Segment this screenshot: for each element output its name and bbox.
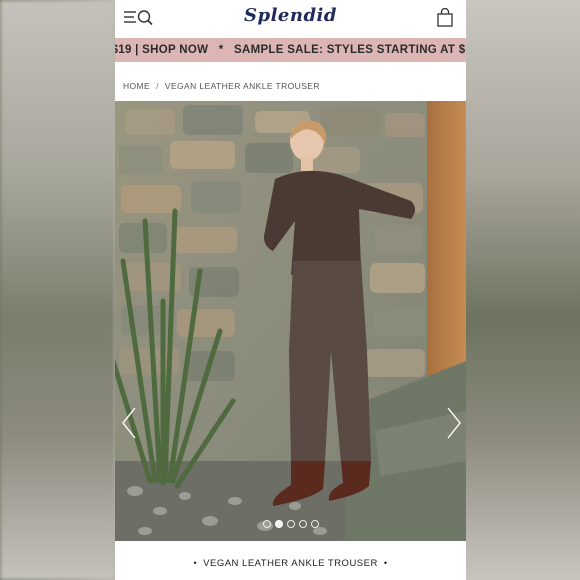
gallery-dot[interactable] [286, 520, 295, 528]
chevron-right-icon [447, 407, 461, 439]
breadcrumb-home-link[interactable]: HOME [123, 81, 150, 91]
site-header: Splendid [115, 0, 466, 36]
promo-banner[interactable]: AT $19 | SHOP NOW * SAMPLE SALE: STYLES … [115, 38, 466, 62]
product-title: VEGAN LEATHER ANKLE TROUSER [203, 558, 378, 569]
background-right [466, 0, 580, 580]
title-bullet-right: • [383, 558, 388, 568]
product-image[interactable] [115, 101, 466, 541]
product-photo [115, 101, 466, 541]
cart-button[interactable] [436, 7, 454, 28]
gallery-dot[interactable] [274, 520, 283, 528]
gallery-prev-button[interactable] [121, 406, 137, 440]
shopping-bag-icon [437, 7, 453, 27]
product-title-row: • VEGAN LEATHER ANKLE TROUSER • [115, 558, 466, 569]
gallery-next-button[interactable] [446, 406, 462, 440]
gallery-dot[interactable] [310, 520, 319, 528]
breadcrumb: HOME / VEGAN LEATHER ANKLE TROUSER [123, 81, 320, 91]
brand-logo[interactable]: Splendid [115, 5, 466, 26]
background-left [0, 0, 115, 580]
breadcrumb-separator: / [156, 81, 159, 91]
promo-text: AT $19 | SHOP NOW * SAMPLE SALE: STYLES … [115, 44, 466, 56]
breadcrumb-current: VEGAN LEATHER ANKLE TROUSER [164, 81, 320, 91]
gallery-dots [115, 515, 466, 533]
gallery-dot[interactable] [298, 520, 307, 528]
gallery-dot[interactable] [262, 520, 271, 528]
title-bullet-left: • [193, 558, 198, 568]
chevron-left-icon [122, 407, 136, 439]
mobile-page: Splendid AT $19 | SHOP NOW * SAMPLE SALE… [115, 0, 466, 580]
